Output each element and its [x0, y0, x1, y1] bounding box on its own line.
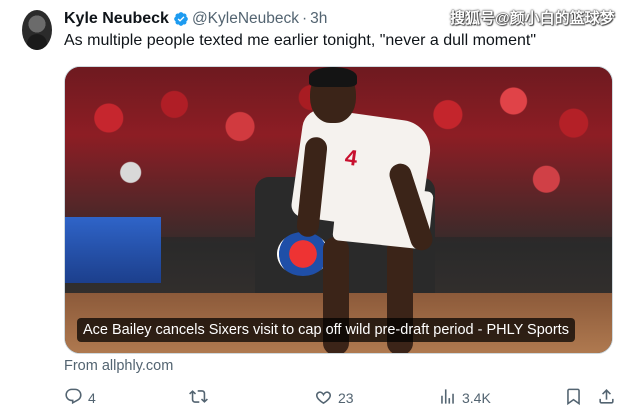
share-icon [597, 387, 616, 409]
heart-icon [314, 387, 333, 409]
user-handle[interactable]: @KyleNeubeck [192, 10, 299, 28]
tweet-actions: 4 23 3.4K [64, 386, 624, 410]
tweet-header: Kyle Neubeck @KyleNeubeck · 3h [64, 8, 327, 30]
tweet-text: As multiple people texted me earlier ton… [64, 32, 537, 49]
views-icon [438, 387, 457, 409]
arena-sign [65, 217, 161, 283]
watermark: 搜狐号@颜小白的篮球梦 [450, 10, 615, 27]
card-caption[interactable]: Ace Bailey cancels Sixers visit to cap o… [77, 318, 575, 342]
views-count: 3.4K [462, 390, 491, 406]
retweet-icon [189, 387, 208, 409]
reply-count: 4 [88, 390, 96, 406]
share-button[interactable] [597, 386, 616, 410]
link-card[interactable]: 4 Ace Bailey cancels Sixers visit to cap… [64, 66, 613, 354]
like-count: 23 [338, 390, 354, 406]
views-button[interactable]: 3.4K [438, 386, 491, 410]
bookmark-icon [564, 387, 583, 409]
avatar[interactable] [22, 10, 52, 50]
retweet-button[interactable] [189, 386, 213, 410]
verified-badge-icon [173, 11, 189, 27]
card-source[interactable]: From allphly.com [64, 358, 173, 374]
display-name[interactable]: Kyle Neubeck [64, 10, 169, 28]
bookmark-button[interactable] [564, 386, 583, 410]
timestamp[interactable]: 3h [310, 10, 327, 28]
like-button[interactable]: 23 [314, 386, 354, 410]
arena-logo [277, 232, 329, 276]
separator-dot: · [302, 10, 308, 27]
player-hair [309, 67, 357, 87]
reply-icon [64, 387, 83, 409]
reply-button[interactable]: 4 [64, 386, 96, 410]
